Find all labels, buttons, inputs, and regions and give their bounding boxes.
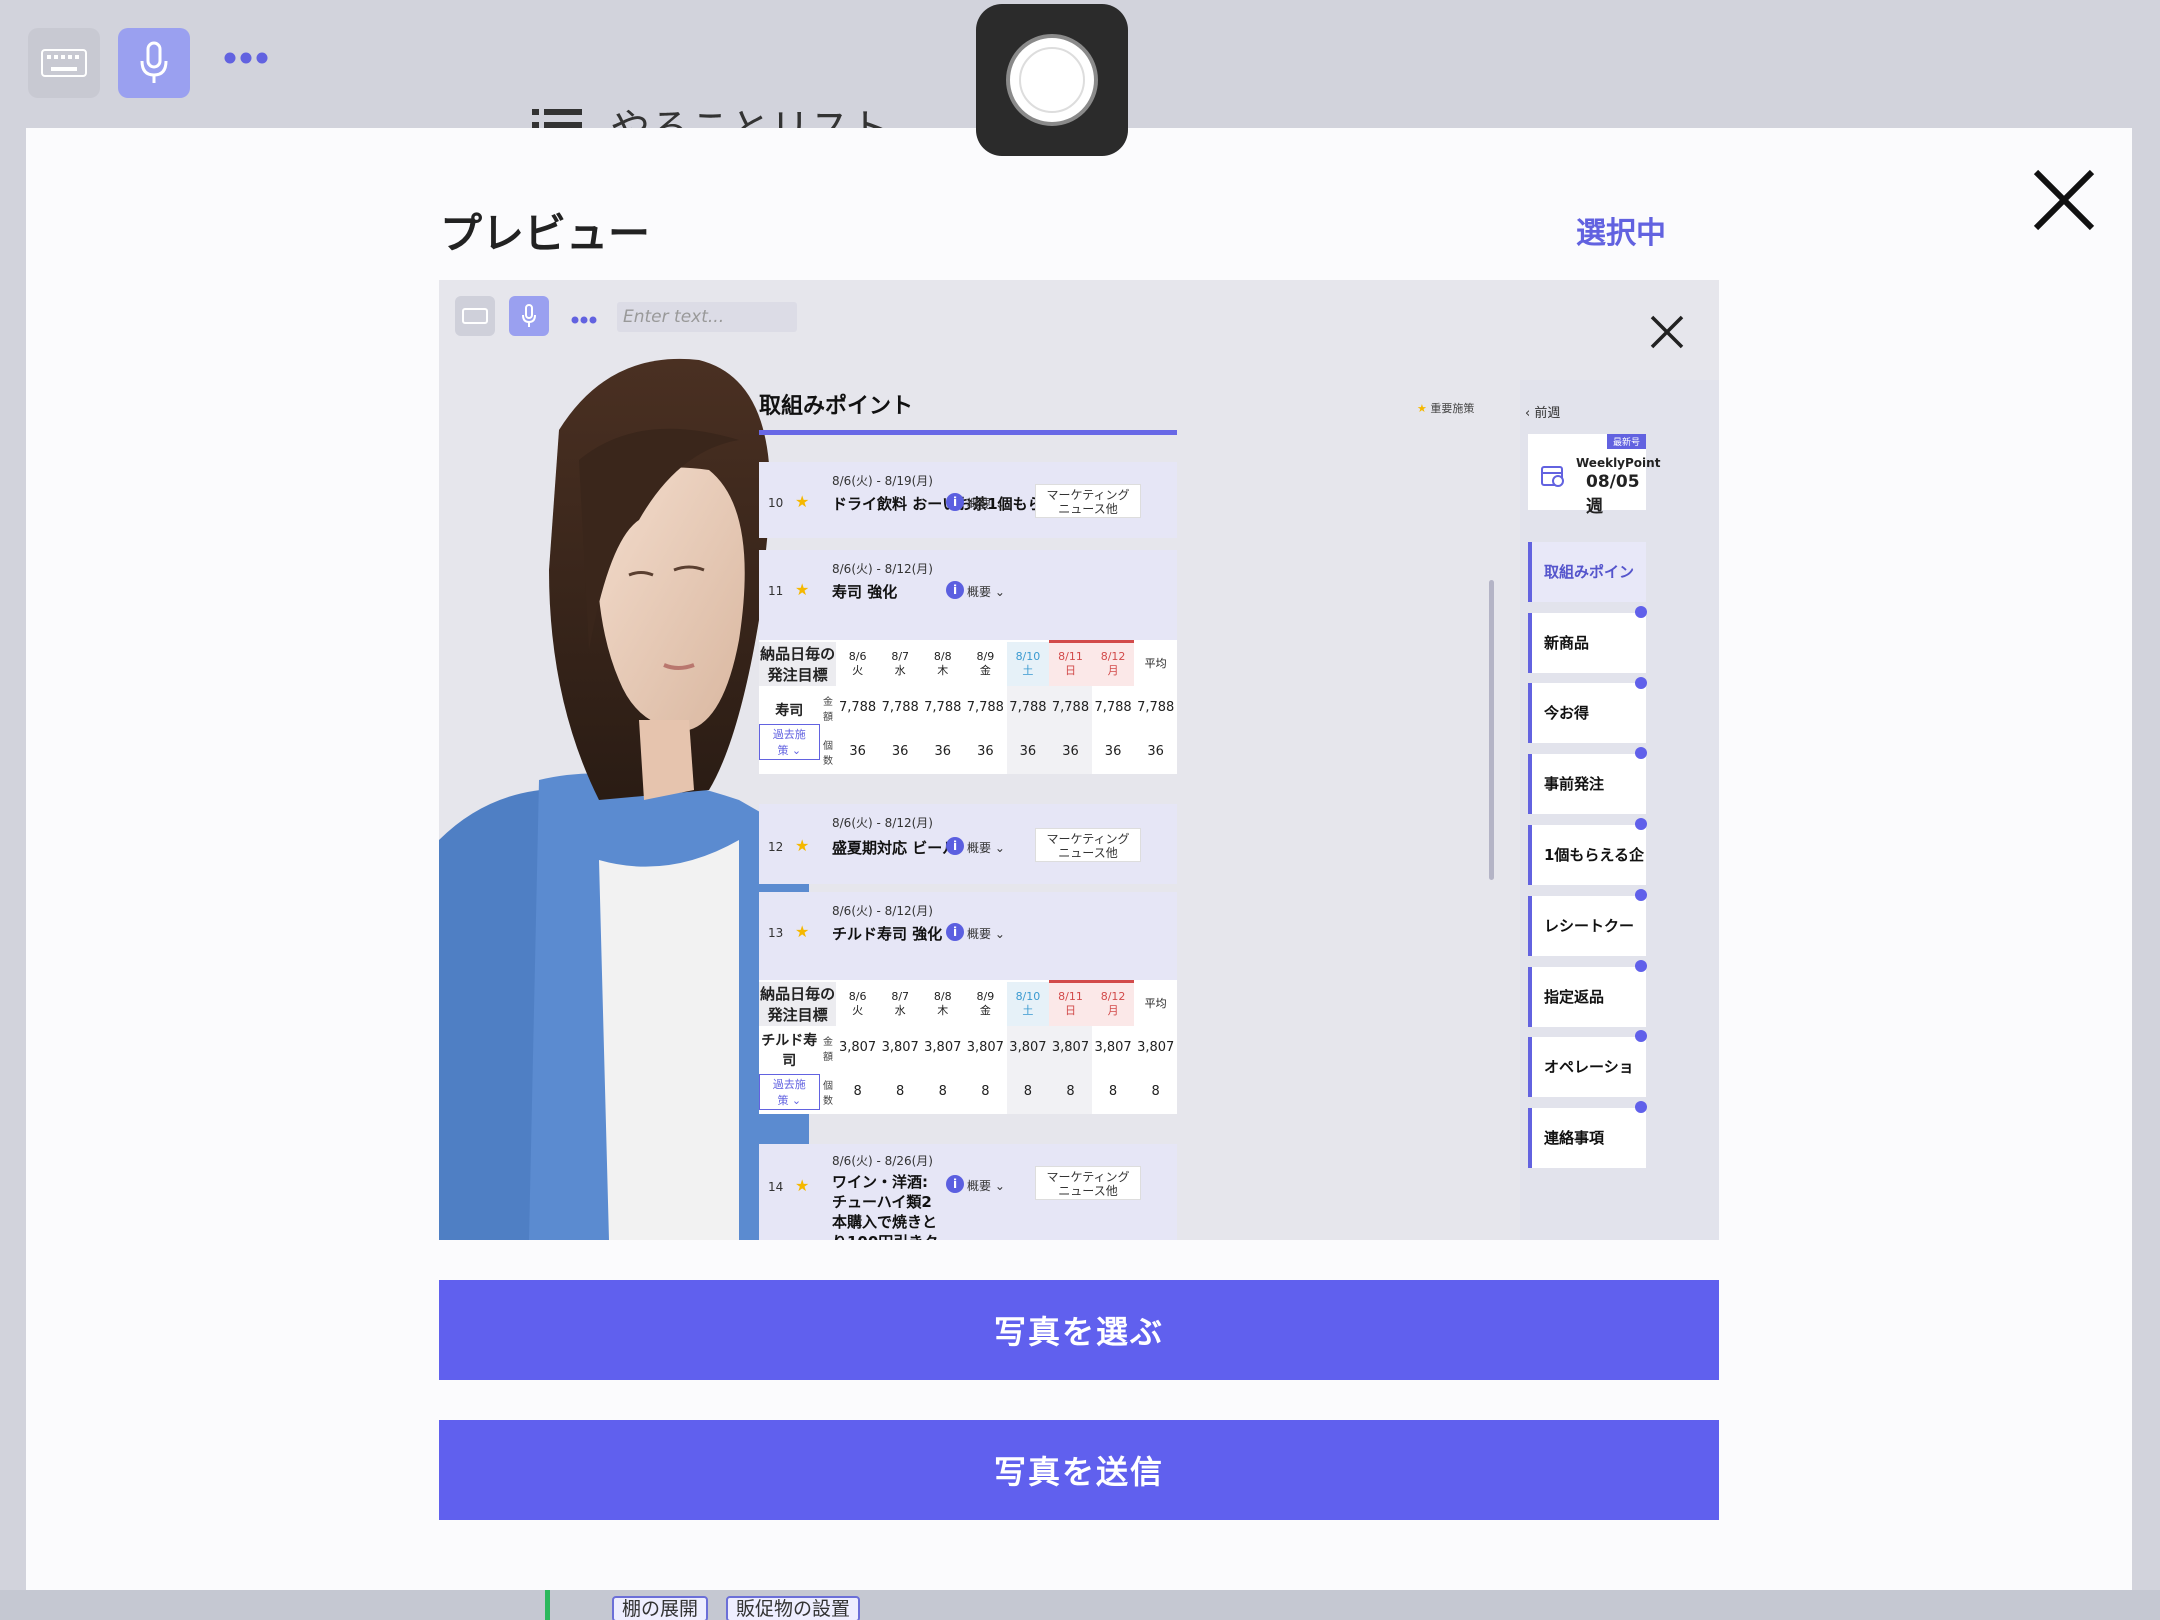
- order-target-table: 納品日毎の発注目標 8/6 火 8/7 水 8/8 木 8/9 金 8/10 土 8/11…: [759, 980, 1177, 1114]
- weekly-week: 08/05週: [1586, 472, 1640, 517]
- marketing-news-tag[interactable]: マーケティング ニュース他: [1035, 828, 1141, 862]
- past-measures-dropdown[interactable]: 過去施策 ⌄: [759, 723, 820, 760]
- star-icon: ★: [795, 836, 810, 855]
- info-icon[interactable]: i: [946, 1175, 964, 1193]
- item-number: 10: [768, 496, 784, 510]
- modal-title: プレビュー: [440, 209, 651, 258]
- weekly-point-card[interactable]: 最新号 WeeklyPoint 08/05週: [1528, 434, 1660, 517]
- sidebar-item[interactable]: 連絡事項: [1528, 1108, 1646, 1168]
- record-icon: [1006, 34, 1098, 126]
- notification-dot: [1635, 1030, 1647, 1042]
- choose-photo-button[interactable]: 写真を選ぶ: [439, 1280, 1719, 1380]
- weekly-title: WeeklyPoint: [1576, 456, 1661, 470]
- notification-dot: [1635, 889, 1647, 901]
- item-date: 8/6(火) - 8/26(月): [832, 1154, 933, 1168]
- calendar-icon: [1541, 466, 1564, 487]
- microphone-icon: [140, 41, 168, 83]
- bottom-strip: [0, 1590, 2160, 1620]
- sidebar-item-active[interactable]: 取組みポイント: [1528, 542, 1646, 641]
- sidebar-item[interactable]: レシートクーポン: [1528, 896, 1646, 995]
- section-title: 取組みポイント: [759, 394, 914, 419]
- previous-week-link[interactable]: ‹ 前週: [1525, 402, 1560, 421]
- photo-preview: Enter text... 取組みポイント ★ 重要施策 10 ★ 8/6(火)…: [439, 280, 1719, 1240]
- mic-button[interactable]: [118, 28, 190, 98]
- legend-star-icon: ★: [1417, 402, 1427, 415]
- scrollbar[interactable]: [1489, 580, 1494, 880]
- list-item[interactable]: 10 ★ 8/6(火) - 8/19(月) ドライ飲料 おーいお茶1個もらえる …: [759, 462, 1177, 538]
- info-icon[interactable]: i: [946, 493, 964, 511]
- keyboard-icon: [41, 49, 87, 77]
- notification-dot: [1635, 960, 1647, 972]
- sidebar-item[interactable]: 事前発注: [1528, 754, 1646, 814]
- item-number: 12: [768, 840, 784, 854]
- table-head: 納品日毎の発注目標: [759, 641, 837, 686]
- item-name: ワイン・洋酒:チューハイ類2本購入で焼きとり100円引きクーポン: [832, 1173, 938, 1240]
- star-icon: ★: [795, 1176, 810, 1195]
- send-photo-button[interactable]: 写真を送信: [439, 1420, 1719, 1520]
- summary-toggle[interactable]: 概要 ⌄: [967, 1177, 1005, 1194]
- sidebar-item[interactable]: 今お得: [1528, 683, 1646, 743]
- tab-promo[interactable]: 販促物の設置: [726, 1596, 861, 1620]
- marketing-news-tag[interactable]: マーケティング ニュース他: [1035, 1166, 1141, 1200]
- summary-toggle[interactable]: 概要 ⌄: [967, 495, 1005, 512]
- notification-dot: [1635, 1101, 1647, 1113]
- summary-toggle[interactable]: 概要 ⌄: [967, 925, 1005, 942]
- avatar-illustration: [439, 358, 809, 1240]
- item-date: 8/6(火) - 8/19(月): [832, 474, 933, 488]
- sidebar-item[interactable]: 新商品: [1528, 613, 1646, 673]
- list-item[interactable]: 13 ★ 8/6(火) - 8/12(月) チルド寿司 強化 i 概要 ⌄: [759, 892, 1177, 980]
- tab-shelf[interactable]: 棚の展開: [612, 1596, 709, 1620]
- latest-badge: 最新号: [1606, 434, 1646, 449]
- summary-toggle[interactable]: 概要 ⌄: [967, 839, 1005, 856]
- more-icon[interactable]: [222, 50, 270, 66]
- item-name: 盛夏期対応 ビール: [832, 839, 958, 857]
- progress-marker: [545, 1590, 550, 1620]
- info-icon[interactable]: i: [946, 923, 964, 941]
- notification-dot: [1635, 818, 1647, 830]
- selection-status[interactable]: 選択中: [1576, 208, 1666, 252]
- item-date: 8/6(火) - 8/12(月): [832, 562, 933, 576]
- list-item[interactable]: 11 ★ 8/6(火) - 8/12(月) 寿司 強化 i 概要 ⌄: [759, 550, 1177, 640]
- info-icon[interactable]: i: [946, 837, 964, 855]
- record-button[interactable]: [976, 4, 1128, 156]
- item-name: チルド寿司 強化: [832, 925, 943, 943]
- notification-dot: [1635, 677, 1647, 689]
- section-tab-indicator: [759, 430, 1177, 435]
- legend-label: 重要施策: [1430, 402, 1475, 415]
- notification-dot: [1635, 606, 1647, 618]
- item-date: 8/6(火) - 8/12(月): [832, 904, 933, 918]
- marketing-news-tag[interactable]: マーケティング ニュース他: [1035, 484, 1141, 518]
- keyboard-button[interactable]: [28, 28, 100, 98]
- list-item[interactable]: 12 ★ 8/6(火) - 8/12(月) 盛夏期対応 ビール i 概要 ⌄ マ…: [759, 804, 1177, 884]
- sidebar-item[interactable]: 1個もらえる企画: [1528, 825, 1646, 924]
- list-item[interactable]: 14 ★ 8/6(火) - 8/26(月) ワイン・洋酒:チューハイ類2本購入で…: [759, 1144, 1177, 1240]
- item-number: 11: [768, 584, 784, 598]
- preview-close-icon: [1649, 314, 1685, 354]
- item-number: 14: [768, 1180, 784, 1194]
- legend: ★ 重要施策: [1417, 400, 1474, 416]
- past-measures-dropdown[interactable]: 過去施策 ⌄: [759, 1073, 820, 1110]
- table-head: 納品日毎の発注目標: [759, 981, 837, 1026]
- summary-toggle[interactable]: 概要 ⌄: [967, 583, 1005, 600]
- product-name: 寿司: [775, 702, 804, 719]
- star-icon: ★: [795, 922, 810, 941]
- item-date: 8/6(火) - 8/12(月): [832, 816, 933, 830]
- sidebar-item[interactable]: 指定返品: [1528, 967, 1646, 1027]
- info-icon[interactable]: i: [946, 581, 964, 599]
- item-number: 13: [768, 926, 784, 940]
- item-name: 寿司 強化: [832, 583, 898, 601]
- notification-dot: [1635, 747, 1647, 759]
- product-name: チルド寿司: [761, 1032, 818, 1069]
- sidebar-item[interactable]: オペレーション: [1528, 1037, 1646, 1136]
- close-icon[interactable]: [2028, 164, 2100, 236]
- star-icon: ★: [795, 580, 810, 599]
- order-target-table: 納品日毎の発注目標 8/6 火 8/7 水 8/8 木 8/9 金 8/10 土 8/11…: [759, 640, 1177, 774]
- star-icon: ★: [795, 492, 810, 511]
